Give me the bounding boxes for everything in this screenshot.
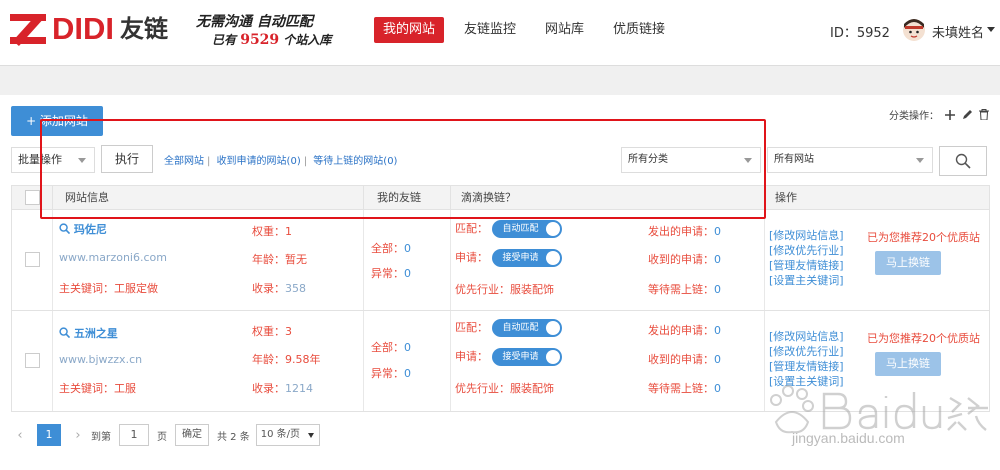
links-abnormal: 异常：0 — [371, 367, 411, 380]
page-label: 页 — [157, 431, 167, 443]
received-requests: 收到的申请：0 — [648, 353, 721, 366]
highlight-box — [40, 119, 766, 219]
site-name[interactable]: 玛佐尼 — [59, 221, 107, 237]
auto-match-toggle[interactable]: 自动匹配 — [491, 319, 562, 337]
page-number-current[interactable]: 1 — [37, 424, 61, 446]
search-icon — [955, 153, 971, 169]
sent-requests: 发出的申请：0 — [648, 324, 721, 337]
top-header: DIDI 友链 无需沟通 自动匹配 已有 9529 个站入库 我的网站 友链监控… — [0, 0, 1000, 66]
logo-mark-icon — [10, 13, 50, 47]
received-requests: 收到的申请：0 — [648, 253, 721, 266]
search-icon — [59, 223, 71, 235]
main-keyword: 主关键词：工服 — [59, 382, 136, 395]
site-count: 9529 — [240, 32, 280, 48]
search-icon — [59, 327, 71, 339]
main-nav: 我的网站 友链监控 网站库 优质链接 — [374, 17, 685, 43]
row-checkbox[interactable] — [25, 252, 40, 267]
next-page-icon[interactable]: › — [69, 424, 87, 446]
delete-category-icon[interactable] — [978, 109, 990, 121]
slogan: 无需沟通 自动匹配 已有 9529 个站入库 — [196, 13, 356, 49]
recommend-text[interactable]: 已为您推荐20个优质站 — [867, 330, 980, 346]
swap-now-button[interactable]: 马上换链 — [875, 352, 941, 376]
nav-link-monitor[interactable]: 友链监控 — [455, 17, 525, 43]
site-select[interactable]: 所有网站 — [767, 147, 933, 173]
row-operations: [修改网站信息] [修改优先行业] [管理友情链接] [设置主关键词] — [769, 228, 844, 288]
chevron-down-icon — [916, 158, 924, 163]
preferred-industry: 优先行业：服装配饰 — [455, 382, 554, 395]
prev-page-icon[interactable]: ‹ — [11, 424, 29, 446]
accept-apply-toggle[interactable]: 接受申请 — [491, 348, 562, 366]
user-id: ID：5952 — [830, 26, 890, 41]
table-row: 玛佐尼 www.marzoni6.com 主关键词：工服定做 权重：1 年龄：暂… — [11, 210, 990, 311]
weight: 权重：1 — [252, 225, 292, 238]
slogan-line1: 无需沟通 自动匹配 — [196, 14, 313, 30]
match-setting: 匹配： 自动匹配 — [455, 319, 562, 337]
nav-quality-links[interactable]: 优质链接 — [604, 17, 674, 43]
user-menu-caret-icon[interactable] — [987, 27, 995, 32]
match-setting: 匹配： 自动匹配 — [455, 220, 562, 238]
watermark-text: jingyan.baidu.com — [792, 430, 905, 446]
recommend-text[interactable]: 已为您推荐20个优质站 — [867, 229, 980, 245]
swap-now-button[interactable]: 马上换链 — [875, 251, 941, 275]
goto-page-input[interactable]: 1 — [119, 424, 149, 446]
indexed-count: 收录：1214 — [252, 382, 313, 395]
category-ops: 分类操作： — [889, 107, 990, 122]
site-url[interactable]: www.bjwzzx.cn — [59, 353, 142, 366]
preferred-industry: 优先行业：服装配饰 — [455, 283, 554, 296]
caret-down-icon — [307, 433, 314, 438]
set-keyword-link[interactable]: [设置主关键词] — [769, 273, 844, 288]
manage-links-link[interactable]: [管理友情链接] — [769, 258, 844, 273]
apply-setting: 申请： 接受申请 — [455, 348, 562, 366]
auto-match-toggle[interactable]: 自动匹配 — [491, 220, 562, 238]
nav-site-library[interactable]: 网站库 — [536, 17, 593, 43]
baidu-jingyan-watermark-icon — [770, 385, 988, 434]
row-checkbox[interactable] — [25, 353, 40, 368]
page-size-select[interactable]: 10 条/页 — [255, 424, 320, 446]
search-button[interactable] — [939, 146, 987, 176]
avatar-icon[interactable] — [902, 18, 926, 42]
edit-industry-link[interactable]: [修改优先行业] — [769, 344, 844, 359]
total-count: 共 2 条 — [217, 431, 250, 443]
logo[interactable]: DIDI 友链 — [10, 11, 168, 47]
links-abnormal: 异常：0 — [371, 267, 411, 280]
goto-label: 到第 — [91, 431, 111, 443]
logo-cn: 友链 — [120, 15, 168, 43]
awaiting-link: 等待需上链：0 — [648, 382, 721, 395]
edit-category-icon[interactable] — [961, 109, 973, 121]
main-keyword: 主关键词：工服定做 — [59, 282, 158, 295]
user-name[interactable]: 未填姓名 — [932, 22, 984, 41]
site-age: 年龄：9.58年 — [252, 353, 321, 366]
edit-industry-link[interactable]: [修改优先行业] — [769, 243, 844, 258]
select-all-checkbox[interactable] — [25, 190, 40, 205]
nav-my-sites[interactable]: 我的网站 — [374, 17, 445, 43]
sent-requests: 发出的申请：0 — [648, 225, 721, 238]
header-actions: 操作 — [775, 191, 797, 204]
logo-text: DIDI — [52, 11, 114, 46]
accept-apply-toggle[interactable]: 接受申请 — [491, 249, 562, 267]
awaiting-link: 等待需上链：0 — [648, 283, 721, 296]
links-all: 全部：0 — [371, 341, 411, 354]
weight: 权重：3 — [252, 325, 292, 338]
edit-site-info-link[interactable]: [修改网站信息] — [769, 329, 844, 344]
slogan-line2: 已有 9529 个站入库 — [212, 32, 332, 48]
links-all: 全部：0 — [371, 242, 411, 255]
apply-setting: 申请： 接受申请 — [455, 249, 562, 267]
edit-site-info-link[interactable]: [修改网站信息] — [769, 228, 844, 243]
site-url[interactable]: www.marzoni6.com — [59, 251, 167, 264]
manage-links-link[interactable]: [管理友情链接] — [769, 359, 844, 374]
site-age: 年龄：暂无 — [252, 253, 307, 266]
indexed-count: 收录：358 — [252, 282, 306, 295]
add-category-icon[interactable] — [944, 109, 956, 121]
goto-confirm-button[interactable]: 确定 — [175, 424, 209, 446]
pagination: ‹ 1 › 到第 1 页 确定 共 2 条 10 条/页 — [11, 423, 320, 447]
site-name[interactable]: 五洲之星 — [59, 325, 118, 341]
